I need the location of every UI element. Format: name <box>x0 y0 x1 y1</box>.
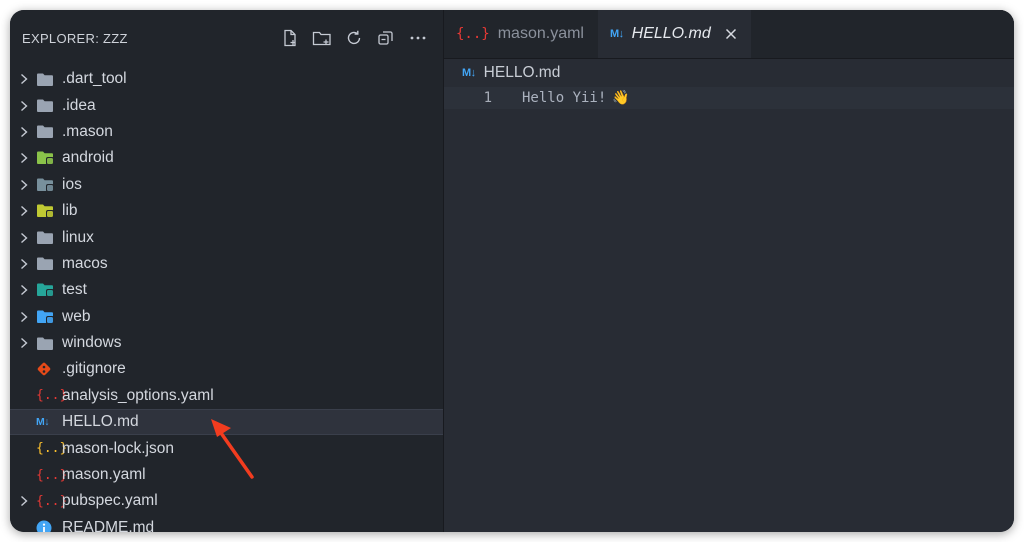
folder-ios-icon <box>36 176 58 194</box>
folder-icon <box>36 334 58 352</box>
code-content: Hello Yii! <box>522 90 607 106</box>
breadcrumb-label: HELLO.md <box>483 64 561 81</box>
chevron-right-icon[interactable] <box>12 126 36 138</box>
tree-item-label: pubspec.yaml <box>62 492 158 510</box>
more-icon[interactable] <box>407 27 429 49</box>
waving-hand-emoji: 👋 <box>612 90 630 106</box>
yaml-icon: {..} <box>36 493 68 509</box>
info-icon <box>36 519 58 532</box>
tree-item-label: analysis_options.yaml <box>62 386 214 404</box>
tab-hello-md[interactable]: M↓ HELLO.md <box>597 10 751 58</box>
folder-lib-icon <box>36 202 58 220</box>
tree-item-label: ios <box>62 175 82 193</box>
chevron-right-icon[interactable] <box>12 152 36 164</box>
editor-area: {..} mason.yaml M↓ HELLO.md M↓ HELLO.md … <box>444 10 1014 532</box>
annotation-arrow <box>211 419 254 479</box>
folder-android-icon <box>36 149 58 167</box>
tree-item-label: .idea <box>62 96 96 114</box>
tree-item-label: mason.yaml <box>62 466 146 484</box>
yaml-icon: {..} <box>36 388 68 404</box>
chevron-right-icon[interactable] <box>12 258 36 270</box>
tree-folder-row[interactable]: .mason <box>10 119 443 145</box>
tree-file-row[interactable]: .gitignore <box>10 356 443 382</box>
tab-bar: {..} mason.yaml M↓ HELLO.md <box>444 10 1014 59</box>
new-folder-icon[interactable] <box>311 27 333 49</box>
tree-item-label: macos <box>62 254 108 272</box>
tree-folder-row[interactable]: ios <box>10 172 443 198</box>
tree-item-label: README.md <box>62 518 155 532</box>
chevron-right-icon[interactable] <box>12 284 36 296</box>
tree-item-label: HELLO.md <box>62 413 139 431</box>
markdown-icon: M↓ <box>609 28 624 40</box>
tree-folder-row[interactable]: linux <box>10 224 443 250</box>
folder-web-icon <box>36 308 58 326</box>
tree-item-label: android <box>62 149 114 167</box>
close-icon[interactable] <box>725 28 737 40</box>
tree-item-label: mason-lock.json <box>62 439 174 457</box>
folder-icon <box>36 70 58 88</box>
tree-item-label: lib <box>62 202 78 220</box>
tree-folder-row[interactable]: .dart_tool <box>10 66 443 92</box>
tree-folder-row[interactable]: windows <box>10 330 443 356</box>
markdown-icon: M↓ <box>36 416 50 429</box>
tab-label: HELLO.md <box>631 25 711 42</box>
folder-icon <box>36 229 58 247</box>
folder-icon <box>36 97 58 115</box>
tree-item-label: .dart_tool <box>62 70 127 88</box>
chevron-right-icon[interactable] <box>12 337 36 349</box>
tree-file-row[interactable]: README.md <box>10 515 443 532</box>
tree-file-row[interactable]: {..} analysis_options.yaml <box>10 383 443 409</box>
chevron-right-icon[interactable] <box>12 100 36 112</box>
tree-item-label: .gitignore <box>62 360 126 378</box>
chevron-right-icon[interactable] <box>12 205 36 217</box>
tab-label: mason.yaml <box>497 25 584 42</box>
breadcrumb[interactable]: M↓ HELLO.md <box>444 59 1014 87</box>
code-text[interactable]: Hello Yii! 👋 <box>522 90 630 106</box>
yaml-icon: {..} <box>36 467 68 483</box>
explorer-sidebar: EXPLORER: ZZZ .dart_tool .idea .mason an… <box>10 10 444 532</box>
chevron-right-icon[interactable] <box>12 311 36 323</box>
git-icon <box>36 360 58 378</box>
line-number: 1 <box>483 90 492 106</box>
refresh-icon[interactable] <box>343 27 365 49</box>
explorer-header: EXPLORER: ZZZ <box>10 10 443 66</box>
tree-folder-row[interactable]: {..} pubspec.yaml <box>10 488 443 514</box>
code-line[interactable]: 1 Hello Yii! 👋 <box>444 87 1014 109</box>
markdown-icon: M↓ <box>462 67 476 79</box>
tree-item-label: linux <box>62 228 94 246</box>
tree-folder-row[interactable]: android <box>10 145 443 171</box>
chevron-right-icon[interactable] <box>12 495 36 507</box>
tree-item-label: test <box>62 281 87 299</box>
folder-test-icon <box>36 281 58 299</box>
tree-folder-row[interactable]: .idea <box>10 92 443 118</box>
tree-item-label: web <box>62 307 91 325</box>
tree-item-label: windows <box>62 334 122 352</box>
chevron-right-icon[interactable] <box>12 73 36 85</box>
tree-folder-row[interactable]: lib <box>10 198 443 224</box>
tree-item-label: .mason <box>62 122 113 140</box>
tab-mason-yaml[interactable]: {..} mason.yaml <box>444 10 598 58</box>
vscode-window: EXPLORER: ZZZ .dart_tool .idea .mason an… <box>10 10 1014 532</box>
explorer-actions <box>279 27 429 49</box>
json-icon: {..} <box>36 441 68 457</box>
explorer-title: EXPLORER: ZZZ <box>22 30 128 46</box>
tree-folder-row[interactable]: test <box>10 277 443 303</box>
new-file-icon[interactable] <box>279 27 301 49</box>
tree-folder-row[interactable]: web <box>10 304 443 330</box>
folder-icon <box>36 123 58 141</box>
chevron-right-icon[interactable] <box>12 179 36 191</box>
chevron-right-icon[interactable] <box>12 232 36 244</box>
yaml-icon: {..} <box>456 26 490 42</box>
folder-icon <box>36 255 58 273</box>
tree-folder-row[interactable]: macos <box>10 251 443 277</box>
collapse-all-icon[interactable] <box>375 27 397 49</box>
